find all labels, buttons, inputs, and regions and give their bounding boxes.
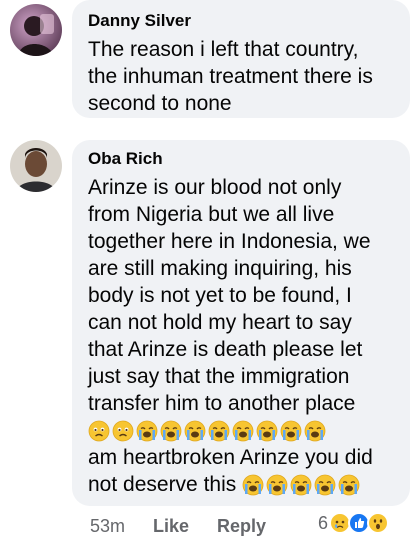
comment-text-line: The reason i left that country,: [88, 38, 359, 61]
comment-text-line: body is not yet to be found, I: [88, 284, 352, 307]
comment-text-line: together here in Indonesia, we: [88, 230, 371, 253]
comment-text-line: that Arinze is death please let: [88, 338, 363, 361]
comment-timestamp[interactable]: 53m: [90, 516, 125, 537]
crying-face-icon: [290, 474, 312, 496]
crying-face-icon: [280, 420, 302, 442]
comment-author[interactable]: Danny Silver: [88, 10, 373, 32]
emoji-row: [242, 474, 360, 496]
comment-bubble-1: Danny Silver The reason i left that coun…: [72, 0, 410, 118]
crying-face-icon: [242, 474, 264, 496]
wow-reaction-icon: [367, 512, 390, 534]
crying-face-icon: [304, 420, 326, 442]
comment-text-line: can not hold my heart to say: [88, 311, 352, 334]
comment-text-line: Arinze is our blood not only: [88, 176, 342, 199]
crying-face-icon: [232, 420, 254, 442]
crying-face-icon: [266, 474, 288, 496]
sad-face-icon: [112, 420, 134, 442]
comment-text-line: just say that the immigration: [88, 365, 350, 388]
emoji-row: [88, 420, 326, 442]
reaction-summary[interactable]: 6: [318, 512, 390, 534]
avatar-danny-silver[interactable]: [10, 4, 62, 56]
comment-text-line: from Nigeria but we all live: [88, 203, 335, 226]
crying-face-icon: [314, 474, 336, 496]
comment-text-line: second to none: [88, 92, 232, 115]
crying-face-icon: [208, 420, 230, 442]
comment-text-line: not deserve this: [88, 473, 237, 496]
emoji-line: not deserve this: [88, 471, 373, 498]
comment-actions: 53m Like Reply: [90, 514, 294, 538]
comment-text-line: the inhuman treatment there is: [88, 65, 373, 88]
crying-face-icon: [136, 420, 158, 442]
avatar-oba-rich[interactable]: [10, 140, 62, 192]
comment-text-line: am heartbroken Arinze you did: [88, 446, 373, 469]
emoji-line: [88, 417, 373, 444]
reply-button[interactable]: Reply: [217, 516, 266, 537]
crying-face-icon: [338, 474, 360, 496]
like-button[interactable]: Like: [153, 516, 189, 537]
comment-bubble-2: Oba Rich Arinze is our blood not only fr…: [72, 140, 410, 506]
crying-face-icon: [184, 420, 206, 442]
comment-author[interactable]: Oba Rich: [88, 148, 373, 170]
crying-face-icon: [160, 420, 182, 442]
reaction-count: 6: [318, 512, 329, 533]
sad-face-icon: [88, 420, 110, 442]
comment-text-line: transfer him to another place: [88, 392, 356, 415]
comment-text-line: are still making inquiring, his: [88, 257, 352, 280]
crying-face-icon: [256, 420, 278, 442]
